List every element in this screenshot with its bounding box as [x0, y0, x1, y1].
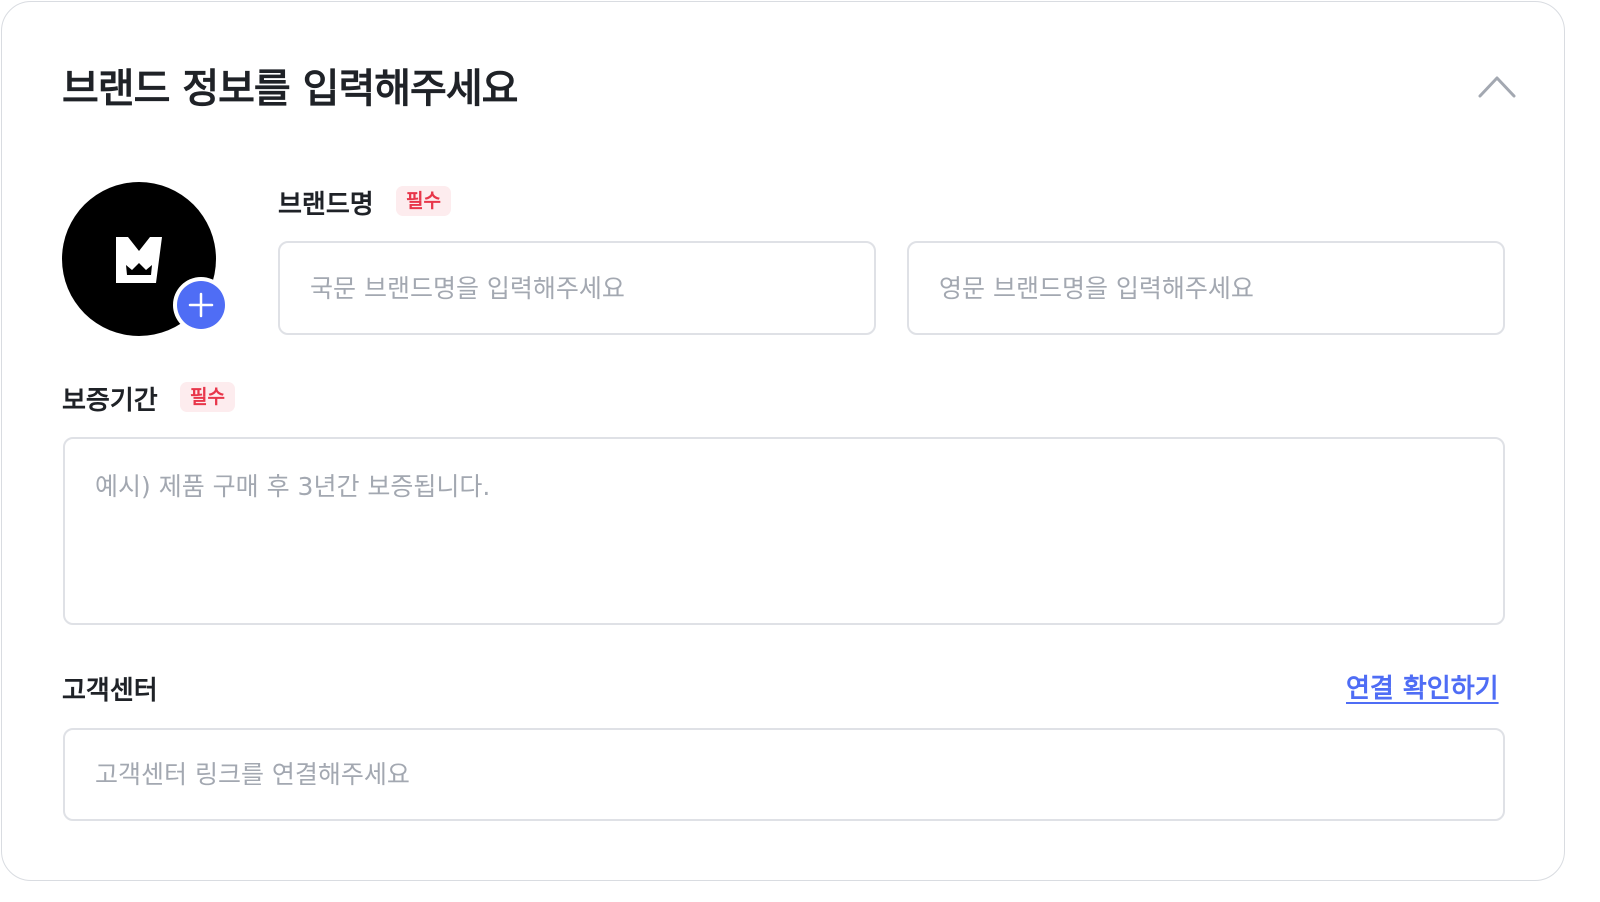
brand-name-label: 브랜드명 [278, 190, 374, 220]
warranty-period-textarea[interactable] [63, 437, 1505, 625]
plus-icon [188, 292, 214, 318]
customer-center-link-input[interactable] [63, 728, 1505, 821]
english-brand-name-input[interactable] [907, 241, 1505, 335]
chevron-up-icon [1478, 76, 1516, 98]
add-logo-button[interactable] [173, 277, 229, 333]
page-title: 브랜드 정보를 입력해주세요 [62, 66, 518, 112]
required-badge: 필수 [396, 186, 451, 216]
check-connection-link[interactable]: 연결 확인하기 [1346, 668, 1499, 705]
korean-brand-name-input[interactable] [278, 241, 876, 335]
required-badge: 필수 [180, 382, 235, 412]
add-logo-button-fill [177, 281, 225, 329]
customer-center-label: 고객센터 [62, 676, 158, 706]
warranty-label: 보증기간 [62, 386, 158, 416]
collapse-button[interactable] [1472, 66, 1522, 106]
brand-logo-icon [116, 237, 162, 283]
